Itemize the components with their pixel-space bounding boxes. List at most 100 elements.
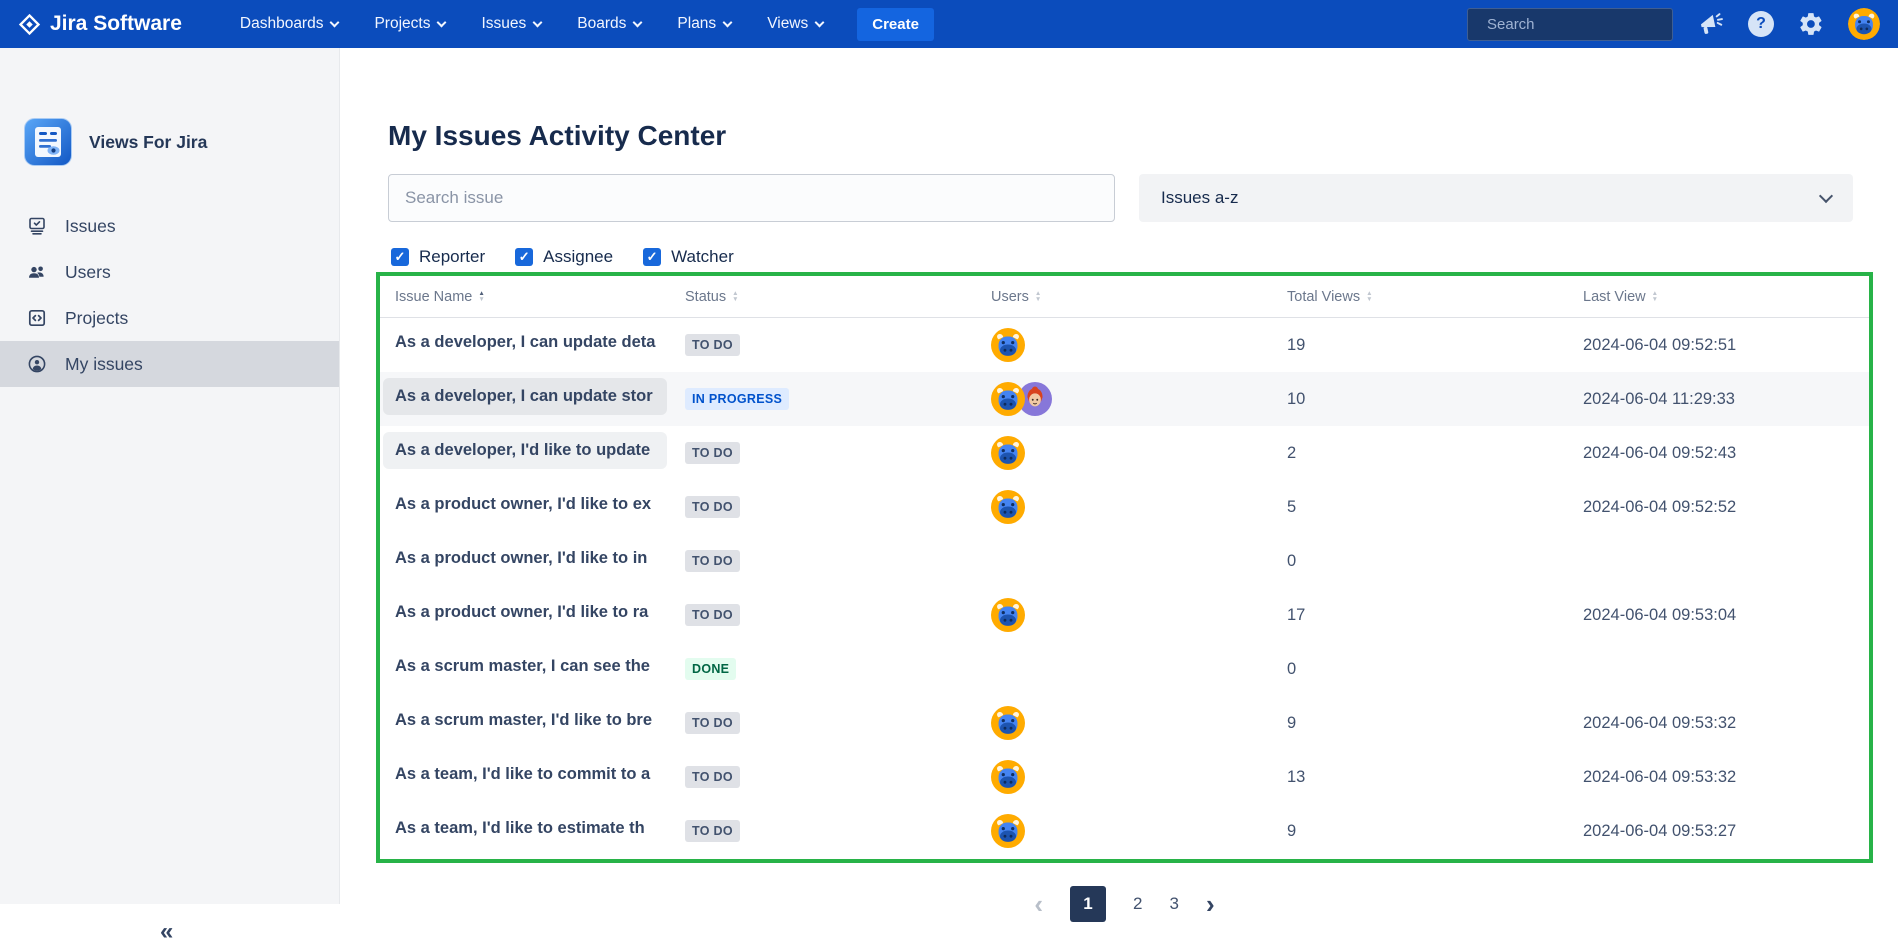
issue-name[interactable]: As a team, I'd like to commit to a xyxy=(383,756,667,793)
status-badge: TO DO xyxy=(685,712,740,734)
column-header-issue-name[interactable]: Issue Name ▲▼ xyxy=(380,289,670,305)
megaphone-icon[interactable] xyxy=(1697,11,1724,38)
sort-icon: ▲▼ xyxy=(1035,291,1041,303)
gear-icon[interactable] xyxy=(1798,11,1824,37)
chevron-down-icon xyxy=(633,17,643,27)
views-for-jira-app-icon xyxy=(24,118,72,166)
app-header: Views For Jira xyxy=(24,118,207,166)
table-row[interactable]: As a product owner, I'd like to ex TO DO… xyxy=(380,480,1869,534)
column-header-status[interactable]: Status ▲▼ xyxy=(670,289,976,305)
table-row[interactable]: As a developer, I'd like to update TO DO… xyxy=(380,426,1869,480)
total-views: 13 xyxy=(1272,768,1568,787)
issue-name[interactable]: As a developer, I can update deta xyxy=(383,324,667,361)
total-views: 0 xyxy=(1272,552,1568,571)
filter-checkboxes: ✓ Reporter ✓ Assignee ✓ Watcher xyxy=(391,247,734,267)
checkbox-checked-icon[interactable]: ✓ xyxy=(643,248,661,266)
issue-name[interactable]: As a product owner, I'd like to ra xyxy=(383,594,667,631)
filter-label: Reporter xyxy=(419,247,485,267)
users-cell xyxy=(976,814,1272,848)
last-view: 2024-06-04 09:53:32 xyxy=(1568,714,1869,733)
bull-avatar[interactable] xyxy=(991,382,1025,416)
sort-dropdown[interactable]: Issues a-z xyxy=(1139,174,1853,222)
sidebar-item-label: Users xyxy=(65,262,111,283)
last-view: 2024-06-04 11:29:33 xyxy=(1568,390,1869,409)
sidebar-item-issues[interactable]: Issues xyxy=(0,203,339,249)
global-search[interactable] xyxy=(1467,8,1673,41)
checkbox-checked-icon[interactable]: ✓ xyxy=(515,248,533,266)
table-row[interactable]: As a developer, I can update deta TO DO … xyxy=(380,318,1869,372)
page-3-button[interactable]: 3 xyxy=(1170,894,1179,914)
table-row[interactable]: As a developer, I can update stor IN PRO… xyxy=(380,372,1869,426)
sidebar-item-projects[interactable]: Projects xyxy=(0,295,339,341)
users-cell xyxy=(976,436,1272,470)
my-issues-icon xyxy=(27,354,47,374)
status-badge: DONE xyxy=(685,658,736,680)
issue-name[interactable]: As a product owner, I'd like to in xyxy=(383,540,667,577)
table-body: As a developer, I can update deta TO DO … xyxy=(380,318,1869,858)
checkbox-checked-icon[interactable]: ✓ xyxy=(391,248,409,266)
create-button[interactable]: Create xyxy=(857,8,934,41)
chevron-down-icon xyxy=(330,17,340,27)
menu-dashboards[interactable]: Dashboards xyxy=(240,15,339,33)
last-view: 2024-06-04 09:52:51 xyxy=(1568,336,1869,355)
menu-plans[interactable]: Plans xyxy=(677,15,731,33)
issue-name[interactable]: As a product owner, I'd like to ex xyxy=(383,486,667,523)
column-header-last-view[interactable]: Last View ▲▼ xyxy=(1568,289,1869,305)
status-badge: TO DO xyxy=(685,820,740,842)
issue-name[interactable]: As a scrum master, I'd like to bre xyxy=(383,702,667,739)
issue-search-input[interactable] xyxy=(388,174,1115,222)
app-title: Views For Jira xyxy=(89,132,207,153)
page-2-button[interactable]: 2 xyxy=(1133,894,1142,914)
projects-icon xyxy=(27,308,47,328)
total-views: 5 xyxy=(1272,498,1568,517)
table-row[interactable]: As a team, I'd like to estimate th TO DO… xyxy=(380,804,1869,858)
chevron-down-icon xyxy=(1819,188,1833,202)
menu-views[interactable]: Views xyxy=(767,15,823,33)
sidebar-item-my-issues[interactable]: My issues xyxy=(0,341,339,387)
table-row[interactable]: As a team, I'd like to commit to a TO DO… xyxy=(380,750,1869,804)
sidebar-collapse-button[interactable]: « xyxy=(160,918,173,946)
users-cell xyxy=(976,706,1272,740)
total-views: 9 xyxy=(1272,714,1568,733)
sort-dropdown-value: Issues a-z xyxy=(1161,188,1238,208)
issue-name[interactable]: As a team, I'd like to estimate th xyxy=(383,810,667,847)
bull-avatar[interactable] xyxy=(991,598,1025,632)
table-row[interactable]: As a scrum master, I'd like to bre TO DO… xyxy=(380,696,1869,750)
menu-issues[interactable]: Issues xyxy=(481,15,541,33)
users-icon xyxy=(27,262,47,282)
bull-avatar[interactable] xyxy=(991,760,1025,794)
pagination: ‹ 1 2 3 › xyxy=(376,886,1873,922)
chevron-down-icon xyxy=(815,17,825,27)
bull-avatar[interactable] xyxy=(991,328,1025,362)
previous-page-icon[interactable]: ‹ xyxy=(1034,891,1043,917)
issue-name[interactable]: As a developer, I can update stor xyxy=(383,378,667,415)
column-header-total-views[interactable]: Total Views ▲▼ xyxy=(1272,289,1568,305)
help-icon[interactable]: ? xyxy=(1748,11,1774,37)
status-badge: TO DO xyxy=(685,550,740,572)
bull-avatar[interactable] xyxy=(991,814,1025,848)
jira-logo[interactable]: Jira Software xyxy=(18,12,182,36)
issue-name[interactable]: As a scrum master, I can see the xyxy=(383,648,667,685)
bull-avatar[interactable] xyxy=(991,436,1025,470)
table-row[interactable]: As a product owner, I'd like to in TO DO… xyxy=(380,534,1869,588)
table-row[interactable]: As a product owner, I'd like to ra TO DO… xyxy=(380,588,1869,642)
table-row[interactable]: As a scrum master, I can see the DONE 0 xyxy=(380,642,1869,696)
filter-label: Assignee xyxy=(543,247,613,267)
users-cell xyxy=(976,328,1272,362)
column-header-users[interactable]: Users ▲▼ xyxy=(976,289,1272,305)
user-avatar[interactable] xyxy=(1848,8,1880,40)
menu-projects[interactable]: Projects xyxy=(374,15,445,33)
sidebar-item-users[interactable]: Users xyxy=(0,249,339,295)
issue-name[interactable]: As a developer, I'd like to update xyxy=(383,432,667,469)
page-1-button[interactable]: 1 xyxy=(1070,886,1106,922)
sort-icon: ▲▼ xyxy=(1366,291,1372,303)
total-views: 10 xyxy=(1272,390,1568,409)
bull-avatar[interactable] xyxy=(991,490,1025,524)
menu-boards[interactable]: Boards xyxy=(577,15,641,33)
status-badge: TO DO xyxy=(685,604,740,626)
bull-avatar[interactable] xyxy=(991,706,1025,740)
total-views: 9 xyxy=(1272,822,1568,841)
chevron-down-icon xyxy=(533,17,543,27)
global-search-input[interactable] xyxy=(1487,16,1686,33)
next-page-icon[interactable]: › xyxy=(1206,891,1215,917)
